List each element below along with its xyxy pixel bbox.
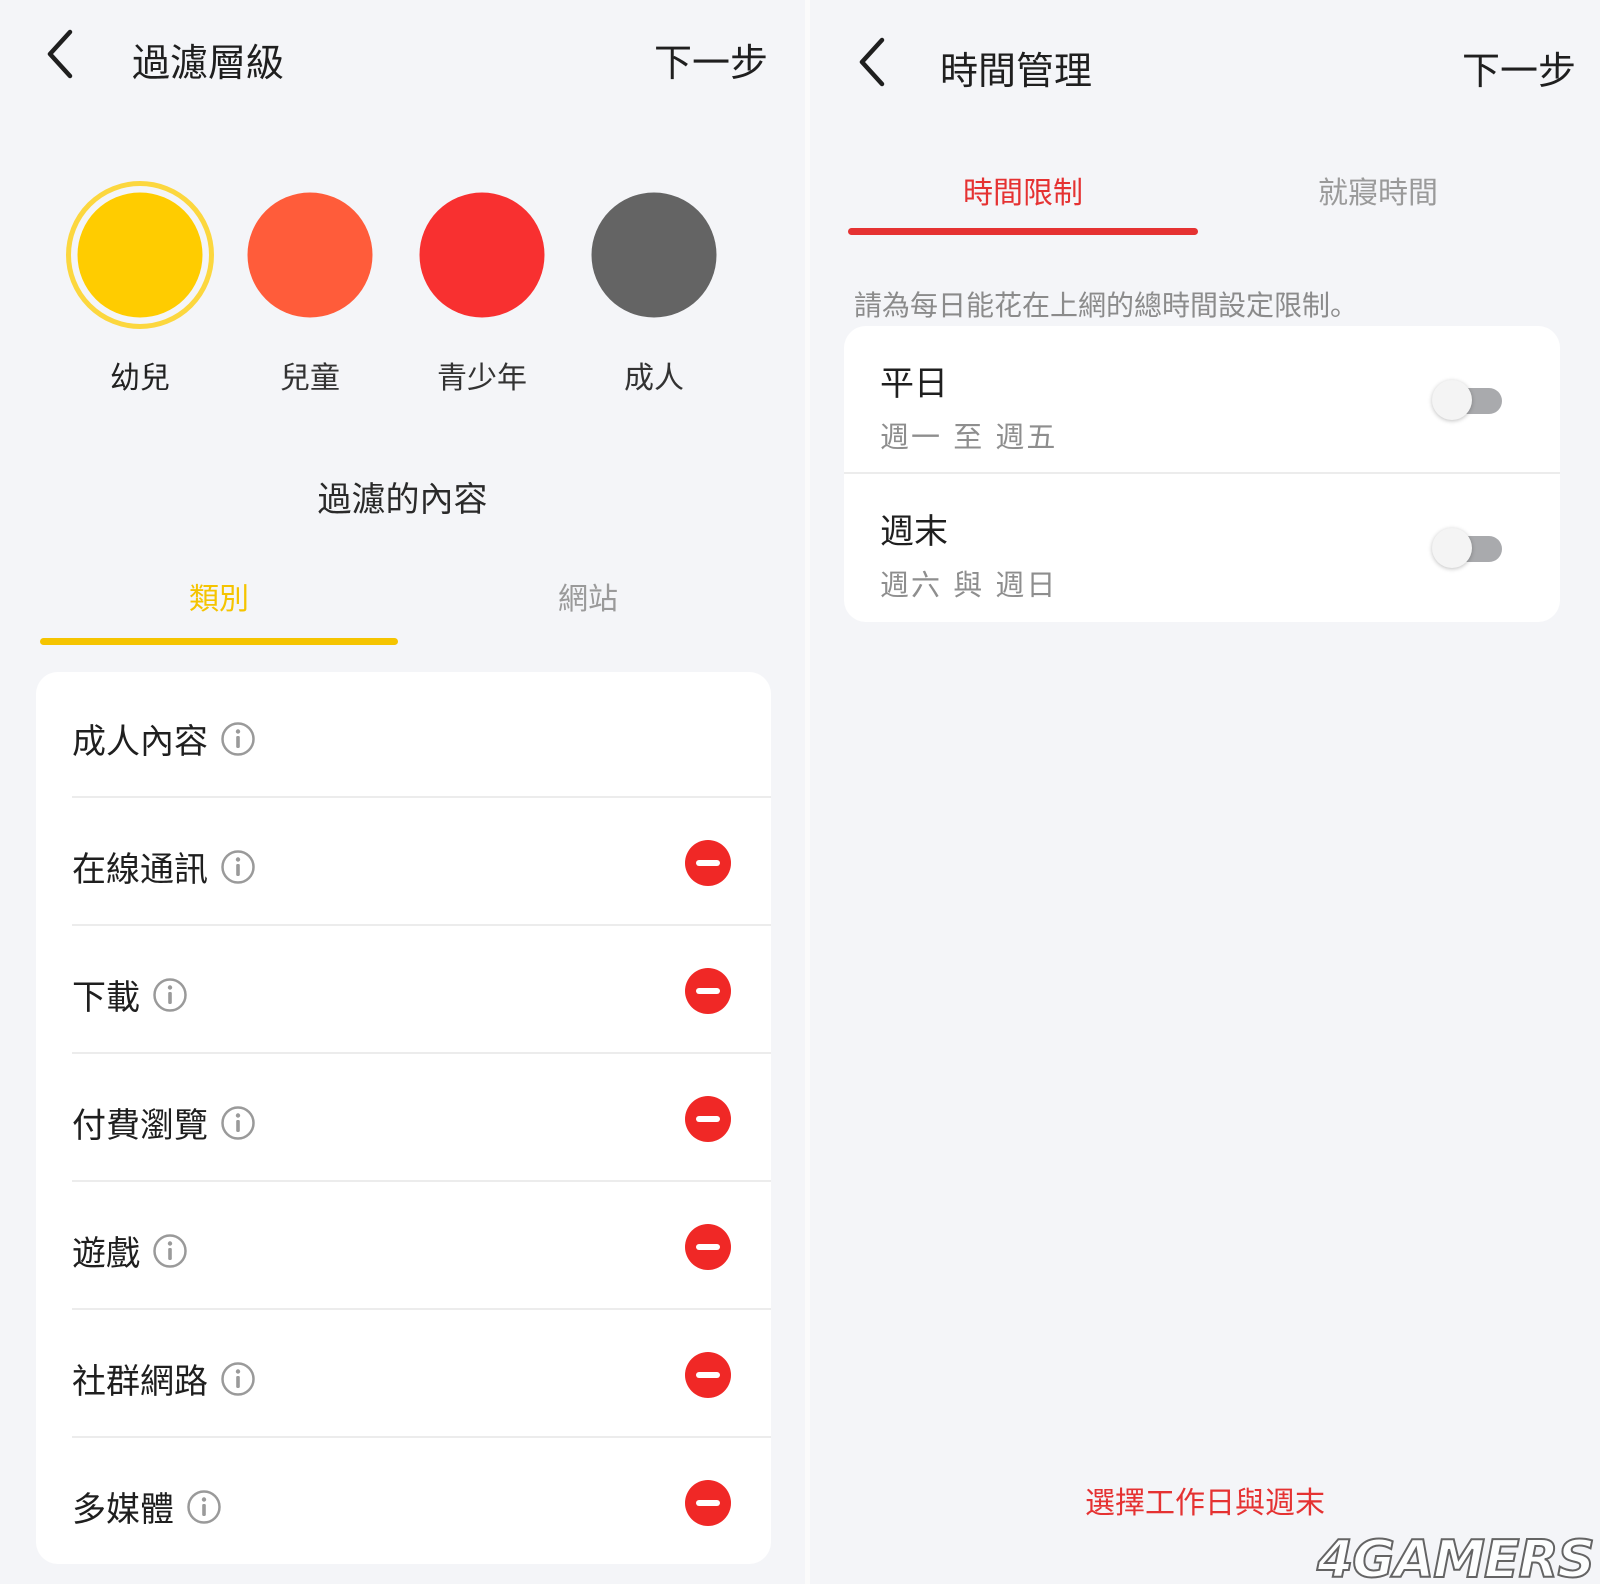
select-workdays-weekend-link[interactable]: 選擇工作日與週末 [810, 1478, 1600, 1522]
remove-button[interactable] [685, 840, 731, 886]
info-icon[interactable] [152, 1233, 188, 1269]
list-item: 社群網路 [36, 1312, 771, 1438]
divider [72, 1052, 771, 1054]
category-list: 成人內容 在線通訊 下載 付費瀏覽 遊戲 社群網路 多媒體 [36, 672, 771, 1564]
category-label: 遊戲 [72, 1234, 140, 1274]
level-label: 成人 [624, 361, 684, 396]
remove-button[interactable] [685, 1224, 731, 1270]
filter-level-screen: 過濾層級 下一步 幼兒 兒童 青少年 成人 過濾的內容 類別 網站 成人內容 在… [0, 0, 805, 1584]
tab-categories[interactable]: 類別 [40, 574, 398, 618]
category-label: 付費瀏覽 [72, 1106, 208, 1146]
time-management-screen: 時間管理 下一步 時間限制 就寢時間 請為每日能花在上網的總時間設定限制。 平日… [810, 0, 1600, 1584]
category-label: 成人內容 [72, 722, 208, 762]
page-title: 過濾層級 [132, 41, 285, 85]
level-child[interactable]: 兒童 [230, 175, 390, 405]
divider [72, 924, 771, 926]
level-adult[interactable]: 成人 [574, 175, 734, 405]
level-label: 兒童 [280, 361, 340, 396]
back-button[interactable] [42, 28, 82, 80]
category-label: 在線通訊 [72, 850, 208, 890]
info-icon[interactable] [220, 849, 256, 885]
info-icon[interactable] [220, 1105, 256, 1141]
chevron-left-icon [854, 36, 894, 88]
info-icon[interactable] [220, 721, 256, 757]
level-infant[interactable]: 幼兒 [60, 175, 220, 405]
level-label: 幼兒 [110, 361, 170, 396]
tab-time-limit[interactable]: 時間限制 [848, 168, 1198, 212]
next-button[interactable]: 下一步 [654, 32, 768, 87]
divider [72, 1180, 771, 1182]
level-teen[interactable]: 青少年 [402, 175, 562, 405]
active-tab-indicator [848, 228, 1198, 235]
schedule-row-weekdays: 平日 週一 至 週五 [844, 326, 1560, 474]
tab-bedtime[interactable]: 就寢時間 [1198, 168, 1558, 212]
next-button[interactable]: 下一步 [1462, 40, 1576, 95]
level-swatch [247, 192, 373, 318]
level-swatch [419, 192, 545, 318]
list-item: 付費瀏覽 [36, 1056, 771, 1182]
level-label: 青少年 [437, 361, 527, 396]
level-swatch [77, 192, 203, 318]
info-icon[interactable] [186, 1489, 222, 1525]
schedule-days: 週六 與 週日 [880, 568, 1058, 602]
chevron-left-icon [42, 28, 82, 80]
category-label: 社群網路 [72, 1362, 208, 1402]
divider [72, 1436, 771, 1438]
schedule-label: 週末 [880, 512, 948, 552]
page-title: 時間管理 [940, 49, 1093, 93]
weekend-toggle[interactable] [1432, 528, 1502, 568]
back-button[interactable] [854, 36, 894, 88]
info-icon[interactable] [220, 1361, 256, 1397]
instruction-text: 請為每日能花在上網的總時間設定限制。 [854, 289, 1359, 322]
level-swatch [591, 192, 717, 318]
watermark-logo: 4GAMERS [1316, 1529, 1596, 1584]
list-item: 多媒體 [36, 1440, 771, 1566]
list-item: 下載 [36, 928, 771, 1054]
divider [72, 1308, 771, 1310]
active-tab-indicator [40, 638, 398, 645]
toggle-thumb [1432, 528, 1472, 568]
category-label: 多媒體 [72, 1490, 174, 1530]
remove-button[interactable] [685, 1480, 731, 1526]
remove-button[interactable] [685, 1096, 731, 1142]
category-label: 下載 [72, 978, 140, 1018]
divider [72, 796, 771, 798]
list-item: 成人內容 [36, 672, 771, 798]
section-title: 過濾的內容 [317, 480, 488, 520]
schedule-list: 平日 週一 至 週五 週末 週六 與 週日 [844, 326, 1560, 622]
tab-websites[interactable]: 網站 [398, 574, 778, 618]
schedule-row-weekend: 週末 週六 與 週日 [844, 474, 1560, 622]
list-item: 遊戲 [36, 1184, 771, 1310]
list-item: 在線通訊 [36, 800, 771, 926]
info-icon[interactable] [152, 977, 188, 1013]
remove-button[interactable] [685, 1352, 731, 1398]
remove-button[interactable] [685, 968, 731, 1014]
